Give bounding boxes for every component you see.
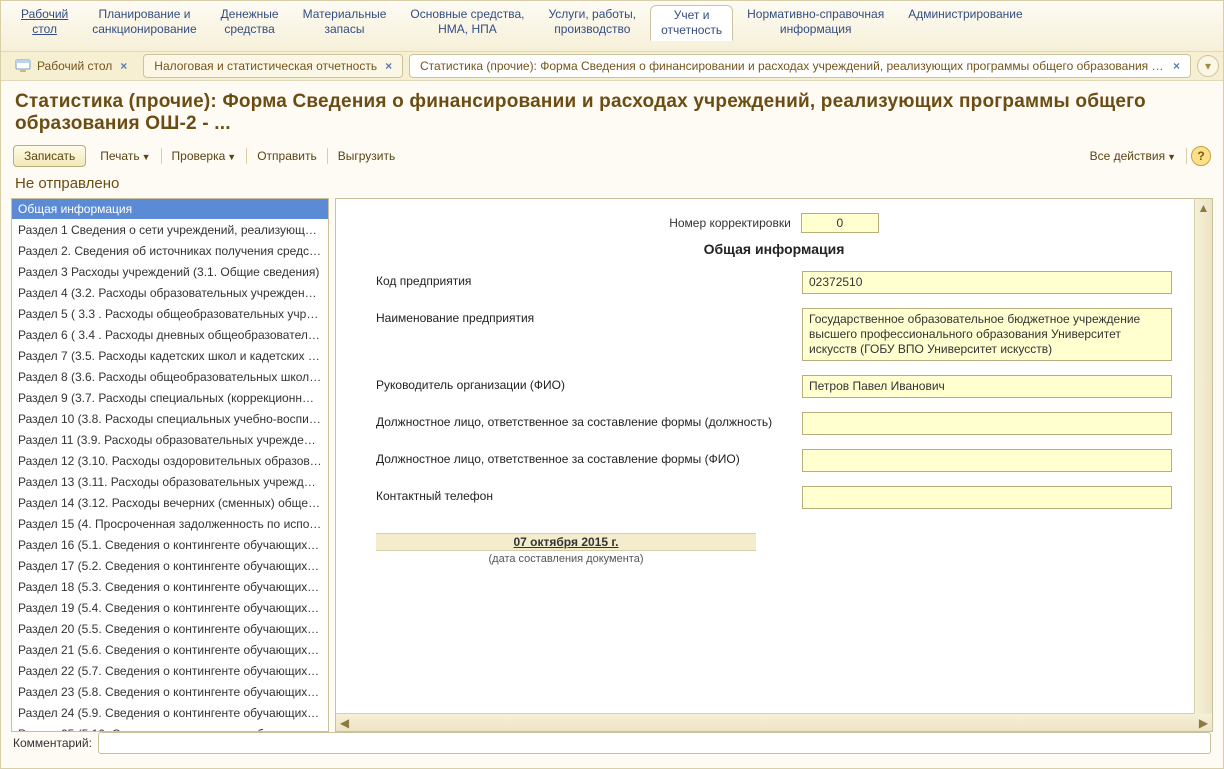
- section-4[interactable]: Основные средства,НМА, НПА: [400, 5, 534, 39]
- check-button[interactable]: Проверка▼: [172, 149, 237, 163]
- form-content: Номер корректировки 0 Общая информация К…: [335, 198, 1213, 732]
- field-value[interactable]: Петров Павел Иванович: [802, 375, 1172, 398]
- tab-label: Налоговая и статистическая отчетность: [154, 59, 377, 73]
- field-label: Код предприятия: [376, 271, 782, 288]
- nav-item[interactable]: Раздел 23 (5.8. Сведения о контингенте о…: [12, 682, 328, 703]
- nav-item[interactable]: Раздел 22 (5.7. Сведения о контингенте о…: [12, 661, 328, 682]
- field-label: Должностное лицо, ответственное за соста…: [376, 412, 782, 429]
- nav-item[interactable]: Раздел 24 (5.9. Сведения о контингенте о…: [12, 703, 328, 724]
- export-button[interactable]: Выгрузить: [338, 149, 396, 163]
- close-icon[interactable]: ×: [1173, 59, 1180, 73]
- comment-input[interactable]: [98, 732, 1211, 754]
- chevron-down-icon: ▼: [227, 152, 236, 162]
- send-status: Не отправлено: [1, 173, 1223, 198]
- open-tabs: Рабочий стол × Налоговая и статистическа…: [1, 52, 1223, 81]
- close-icon[interactable]: ×: [385, 59, 392, 73]
- section-8[interactable]: Администрирование: [898, 5, 1032, 24]
- desktop-icon: [15, 59, 31, 73]
- section-1[interactable]: Планирование исанкционирование: [82, 5, 206, 39]
- vertical-scrollbar[interactable]: ▲: [1194, 199, 1212, 714]
- toolbar: Записать Печать▼ Проверка▼ Отправить Выг…: [1, 141, 1223, 173]
- nav-item[interactable]: Раздел 17 (5.2. Сведения о контингенте о…: [12, 556, 328, 577]
- tab-statistics-form[interactable]: Статистика (прочие): Форма Сведения о фи…: [409, 54, 1191, 78]
- all-actions-button[interactable]: Все действия▼: [1090, 149, 1176, 163]
- nav-item[interactable]: Раздел 7 (3.5. Расходы кадетских школ и …: [12, 346, 328, 367]
- field-value[interactable]: 02372510: [802, 271, 1172, 294]
- nav-item[interactable]: Общая информация: [12, 199, 328, 220]
- nav-item[interactable]: Раздел 10 (3.8. Расходы специальных учеб…: [12, 409, 328, 430]
- form-section-title: Общая информация: [376, 241, 1172, 257]
- nav-item[interactable]: Раздел 12 (3.10. Расходы оздоровительных…: [12, 451, 328, 472]
- field-label: Должностное лицо, ответственное за соста…: [376, 449, 782, 466]
- document-date[interactable]: 07 октября 2015 г.: [376, 533, 756, 551]
- field-label: Контактный телефон: [376, 486, 782, 503]
- field-value[interactable]: [802, 412, 1172, 435]
- nav-item[interactable]: Раздел 20 (5.5. Сведения о контингенте о…: [12, 619, 328, 640]
- nav-item[interactable]: Раздел 16 (5.1. Сведения о контингенте о…: [12, 535, 328, 556]
- help-button[interactable]: ?: [1191, 146, 1211, 166]
- section-5[interactable]: Услуги, работы,производство: [538, 5, 646, 39]
- correction-value[interactable]: 0: [801, 213, 879, 233]
- close-icon[interactable]: ×: [120, 59, 127, 73]
- correction-label: Номер корректировки: [669, 216, 791, 230]
- field-value[interactable]: Государственное образовательное бюджетно…: [802, 308, 1172, 361]
- tabs-dropdown-button[interactable]: ▾: [1197, 55, 1219, 77]
- section-6[interactable]: Учет иотчетность: [650, 5, 733, 41]
- nav-item[interactable]: Раздел 14 (3.12. Расходы вечерних (сменн…: [12, 493, 328, 514]
- nav-item[interactable]: Раздел 2. Сведения об источниках получен…: [12, 241, 328, 262]
- section-0[interactable]: Рабочийстол: [11, 5, 78, 39]
- nav-item[interactable]: Раздел 21 (5.6. Сведения о контингенте о…: [12, 640, 328, 661]
- nav-item[interactable]: Раздел 1 Сведения о сети учреждений, реа…: [12, 220, 328, 241]
- section-7[interactable]: Нормативно-справочнаяинформация: [737, 5, 894, 39]
- tab-label: Статистика (прочие): Форма Сведения о фи…: [420, 59, 1165, 73]
- nav-item[interactable]: Раздел 18 (5.3. Сведения о контингенте о…: [12, 577, 328, 598]
- page-title: Статистика (прочие): Форма Сведения о фи…: [1, 81, 1223, 141]
- comment-label: Комментарий:: [13, 736, 92, 750]
- nav-item[interactable]: Раздел 5 ( 3.3 . Расходы общеобразовател…: [12, 304, 328, 325]
- nav-item[interactable]: Раздел 19 (5.4. Сведения о контингенте о…: [12, 598, 328, 619]
- scroll-up-icon[interactable]: ▲: [1195, 199, 1212, 216]
- nav-item[interactable]: Раздел 4 (3.2. Расходы образовательных у…: [12, 283, 328, 304]
- send-button[interactable]: Отправить: [257, 149, 317, 163]
- nav-item[interactable]: Раздел 11 (3.9. Расходы образовательных …: [12, 430, 328, 451]
- chevron-down-icon: ▼: [1167, 152, 1176, 162]
- print-button[interactable]: Печать▼: [100, 149, 150, 163]
- field-value[interactable]: [802, 449, 1172, 472]
- field-label: Руководитель организации (ФИО): [376, 375, 782, 392]
- field-value[interactable]: [802, 486, 1172, 509]
- chevron-down-icon: ▾: [1205, 59, 1211, 73]
- nav-item[interactable]: Раздел 13 (3.11. Расходы образовательных…: [12, 472, 328, 493]
- section-2[interactable]: Денежныесредства: [211, 5, 289, 39]
- chevron-down-icon: ▼: [142, 152, 151, 162]
- nav-item[interactable]: Раздел 15 (4. Просроченная задолженность…: [12, 514, 328, 535]
- tab-home-label: Рабочий стол: [37, 59, 112, 73]
- nav-item[interactable]: Раздел 8 (3.6. Расходы общеобразовательн…: [12, 367, 328, 388]
- section-list[interactable]: Общая информацияРаздел 1 Сведения о сети…: [11, 198, 329, 732]
- tab-home[interactable]: Рабочий стол ×: [5, 55, 137, 77]
- write-button[interactable]: Записать: [13, 145, 86, 167]
- field-label: Наименование предприятия: [376, 308, 782, 325]
- nav-item[interactable]: Раздел 6 ( 3.4 . Расходы дневных общеобр…: [12, 325, 328, 346]
- nav-item[interactable]: Раздел 9 (3.7. Расходы специальных (корр…: [12, 388, 328, 409]
- section-3[interactable]: Материальныезапасы: [293, 5, 397, 39]
- comment-row: Комментарий:: [1, 726, 1223, 760]
- nav-item[interactable]: Раздел 3 Расходы учреждений (3.1. Общие …: [12, 262, 328, 283]
- sections-nav: РабочийстолПланирование исанкционировани…: [1, 1, 1223, 52]
- tab-tax-report[interactable]: Налоговая и статистическая отчетность ×: [143, 54, 403, 78]
- document-date-caption: (дата составления документа): [376, 553, 756, 565]
